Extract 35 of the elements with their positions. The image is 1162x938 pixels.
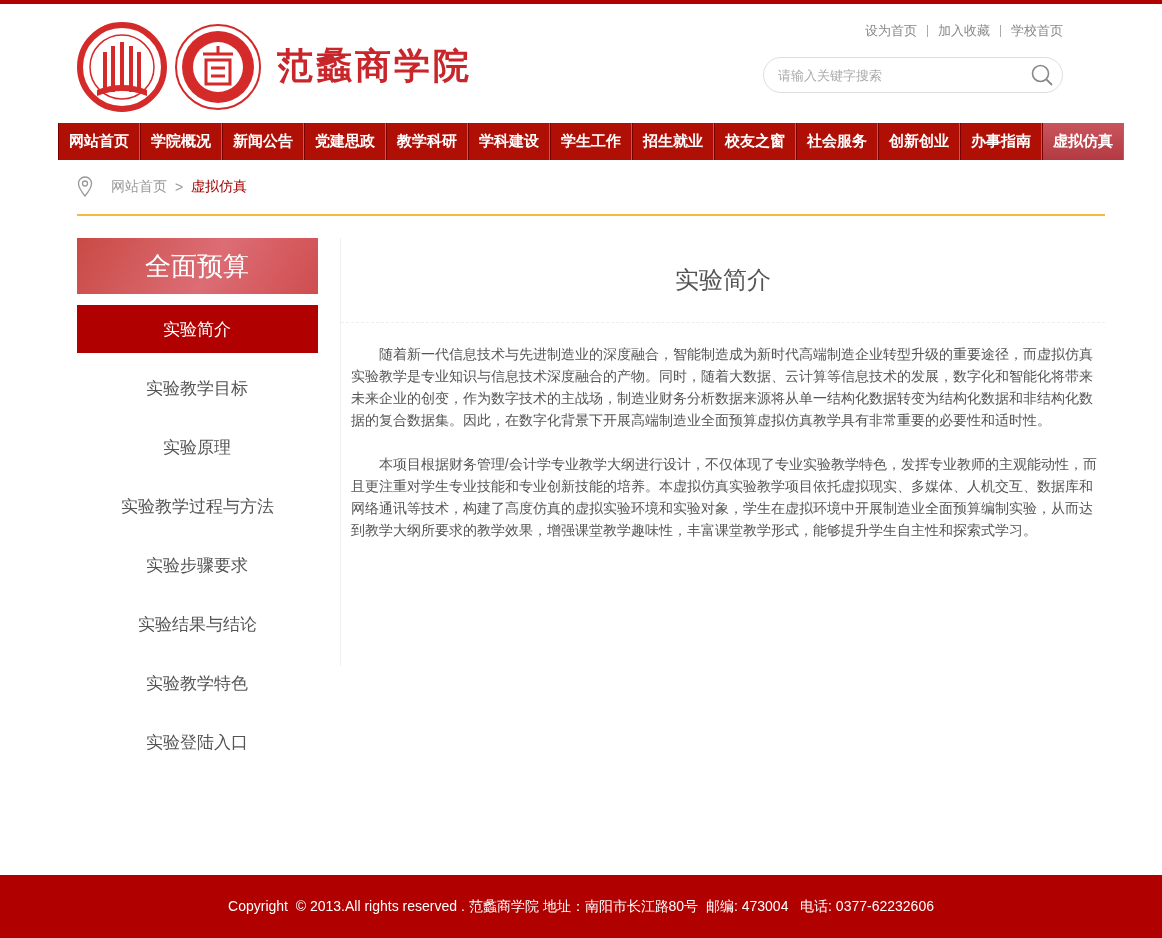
nav-tab[interactable]: 社会服务 xyxy=(796,123,878,160)
sidebar-item[interactable]: 实验原理 xyxy=(77,423,318,471)
site-name: 范蠡商学院 xyxy=(277,44,472,88)
nav-tab[interactable]: 虚拟仿真 xyxy=(1042,123,1124,160)
sidebar-title: 全面预算 xyxy=(77,238,318,294)
nav-tab[interactable]: 网站首页 xyxy=(58,123,140,160)
article-paragraph: 随着新一代信息技术与先进制造业的深度融合，智能制造成为新时代高端制造企业转型升级的重要途径，而虚拟仿真实验教学是专业知识与信息技术深度融合的产物。同时，随着大数据、云计算等信息技术的发展，数字化和智能化将带来未来企业的创变，作为数字技术的主战场，制造业财务分析数据来源将从单一结构化数据转变为结构化数据和非结构化数据的复合数据集。因此，在数字化背景下开展高端制造业全面预算虚拟仿真教学具有非常重要的必要性和适时性。 xyxy=(350,345,1094,430)
top-link[interactable]: 加入收藏 xyxy=(938,22,990,40)
sidebar-item[interactable]: 实验教学过程与方法 xyxy=(77,482,318,530)
nav-tab[interactable]: 创新创业 xyxy=(878,123,960,160)
sidebar-item[interactable]: 实验简介 xyxy=(77,305,318,353)
article-paragraph: 本项目根据财务管理/会计学专业教学大纲进行设计，不仅体现了专业实验教学特色，发挥专业教师的主观能动性，而且更注重对学生专业技能和专业创新技能的培养。本虚拟仿真实验教学项目依托虚拟现实、多媒体、人机交互、数据库和网络通讯等技术，构建了高度仿真的虚拟实验环境和实验对象，学生在虚拟环境中开展制造业全面预算编制实验，从而达到教学大纲所要求的教学效果，增强课堂教学趣味性，丰富课堂教学形式，能够提升学生自主性和探索式学习。 xyxy=(350,455,1098,540)
search-field[interactable]: 请输入关键字搜索 xyxy=(763,57,1063,93)
nav-tab[interactable]: 招生就业 xyxy=(632,123,714,160)
search-icon[interactable] xyxy=(1031,64,1053,86)
sidebar-item[interactable]: 实验教学特色 xyxy=(77,659,318,707)
breadcrumb-current: 虚拟仿真 xyxy=(191,178,248,196)
nav-tab[interactable]: 新闻公告 xyxy=(222,123,304,160)
breadcrumb-separator: > xyxy=(175,179,184,195)
top-link[interactable]: 设为首页 xyxy=(865,22,917,40)
nav-tab[interactable]: 教学科研 xyxy=(386,123,468,160)
nav-tab[interactable]: 办事指南 xyxy=(960,123,1042,160)
location-pin-icon xyxy=(77,176,93,198)
nav-tab[interactable]: 党建思政 xyxy=(304,123,386,160)
nav-tab[interactable]: 学生工作 xyxy=(550,123,632,160)
nav-tab[interactable]: 学院概况 xyxy=(140,123,222,160)
footer-copyright: Copyright © 2013.All rights reserved . 范蠡商学院 地址：南阳市长江路80号 邮编: 473004 电话: 0377-62232606 xyxy=(228,897,934,916)
nav-tab[interactable]: 校友之窗 xyxy=(714,123,796,160)
article-title: 实验简介 xyxy=(340,238,1105,323)
sidebar-item[interactable]: 实验结果与结论 xyxy=(77,600,318,648)
sidebar-item[interactable]: 实验登陆入口 xyxy=(77,718,318,766)
nav-tab[interactable]: 学科建设 xyxy=(468,123,550,160)
sidebar-item[interactable]: 实验步骤要求 xyxy=(77,541,318,589)
top-link[interactable]: 学校首页 xyxy=(1011,22,1063,40)
sidebar-item[interactable]: 实验教学目标 xyxy=(77,364,318,412)
